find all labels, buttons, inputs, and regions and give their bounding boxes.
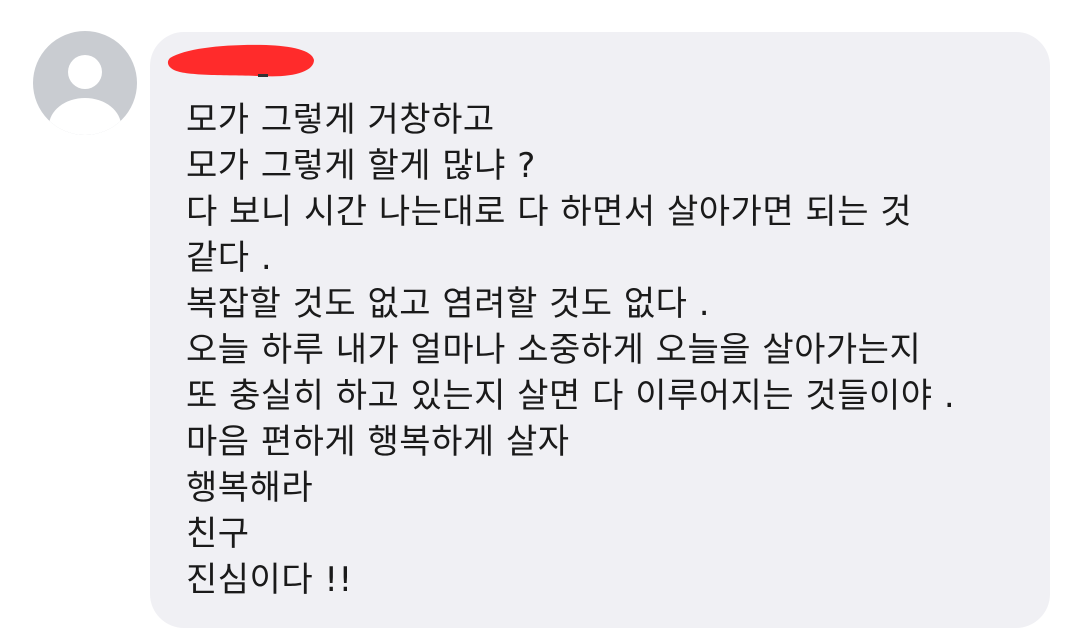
message-line: 복잡할 것도 없고 염려할 것도 없다 . bbox=[186, 284, 711, 324]
message-line: 또 충실히 하고 있는지 살면 다 이루어지는 것들이야 . bbox=[186, 376, 956, 416]
message-line: 다 보니 시간 나는대로 다 하면서 살아가면 되는 것 bbox=[186, 192, 913, 232]
avatar[interactable] bbox=[33, 31, 137, 135]
message-line: 같다 . bbox=[186, 238, 273, 278]
message-line: 모가 그렇게 거창하고 bbox=[186, 100, 495, 140]
default-user-icon bbox=[49, 55, 121, 135]
sender-name-redacted bbox=[166, 40, 316, 80]
message-line: 진심이다 !! bbox=[186, 560, 353, 600]
message-text: 모가 그렇게 거창하고 모가 그렇게 할게 많냐 ? 다 보니 시간 나는대로 … bbox=[186, 97, 955, 603]
message-line: 행복해라 bbox=[186, 468, 314, 508]
message-line: 오늘 하루 내가 얼마나 소중하게 오늘을 살아가는지 bbox=[186, 330, 922, 370]
message-line: 모가 그렇게 할게 많냐 ? bbox=[186, 146, 536, 186]
message-line: 친구 bbox=[186, 514, 250, 554]
message-line: 마음 편하게 행복하게 살자 bbox=[186, 422, 570, 462]
